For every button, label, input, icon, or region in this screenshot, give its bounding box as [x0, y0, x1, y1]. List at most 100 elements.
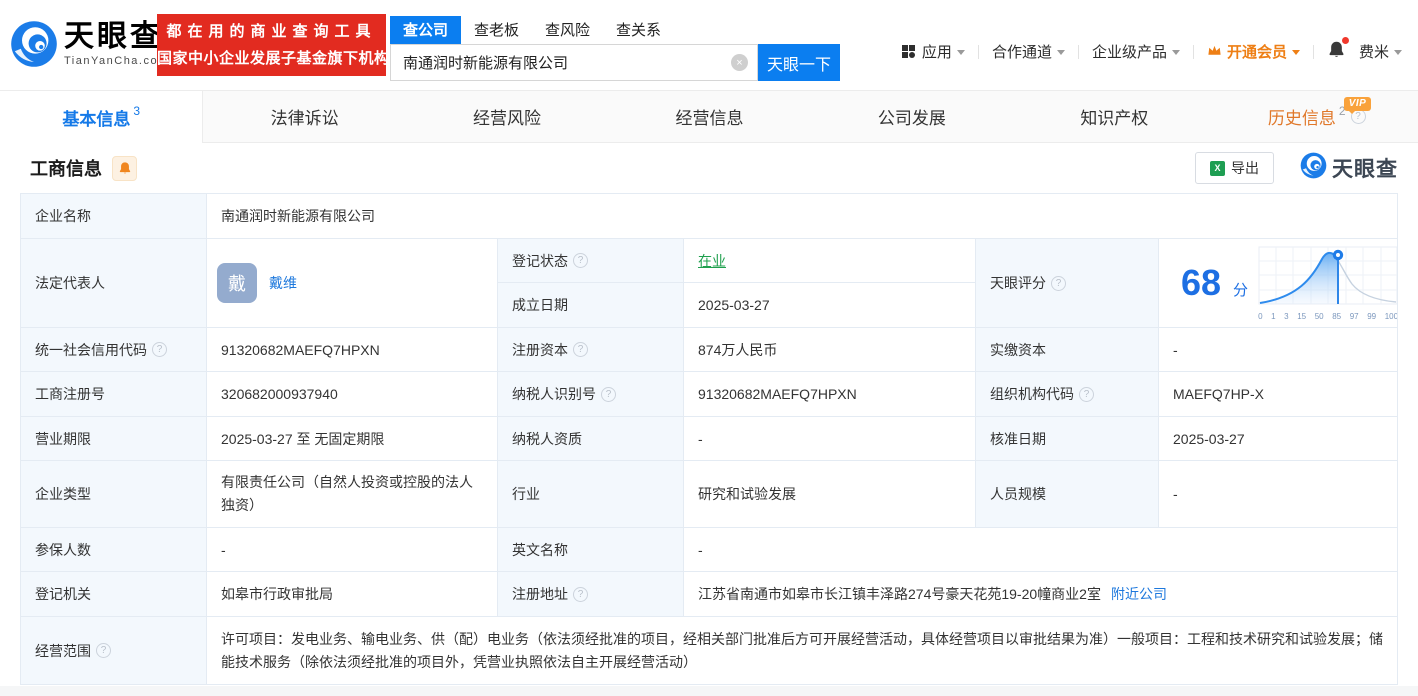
slogan-banner: 都在用的商业查询工具 国家中小企业发展子基金旗下机构 [157, 14, 390, 76]
tianyancha-company-page: 天眼查 TianYanCha.com 都在用的商业查询工具 国家中小企业发展子基… [0, 0, 1418, 696]
field-value-reg-address: 江苏省南通市如皋市长江镇丰泽路274号豪天花苑19-20幢商业2室 附近公司 [684, 572, 1398, 617]
search-button[interactable]: 天眼一下 [758, 44, 840, 81]
brand-domain: TianYanCha.com [64, 54, 169, 67]
nav-apps-label: 应用 [921, 44, 952, 61]
chevron-down-icon [956, 50, 965, 55]
field-value-reg-status: 在业 [684, 239, 976, 283]
eye-swirl-icon [10, 20, 58, 68]
field-label-taxpayer-id: 纳税人识别号 ? [498, 372, 684, 417]
nav-enterprise-label: 企业级产品 [1091, 44, 1167, 61]
nav-divider [1077, 44, 1079, 59]
search-input[interactable] [390, 44, 758, 81]
nearby-companies-link[interactable]: 附近公司 [1111, 584, 1167, 604]
score-number: 68 [1181, 262, 1222, 303]
tianyancha-logo[interactable]: 天眼查 TianYanCha.com [10, 20, 169, 68]
legal-rep-avatar[interactable]: 戴 [217, 263, 257, 303]
search-tab-boss[interactable]: 查老板 [461, 16, 532, 44]
field-value-legal-rep: 戴 戴维 [207, 239, 498, 328]
tab-label: 经营风险 [473, 109, 542, 128]
section-header: 工商信息 X 导出 天眼查 [0, 143, 1418, 193]
field-label-reg-capital: 注册资本 ? [498, 328, 684, 372]
tab-history-info[interactable]: VIP 历史信息 2 ? [1215, 91, 1418, 143]
help-icon[interactable]: ? [96, 643, 111, 658]
subscribe-bell-icon[interactable] [112, 155, 137, 181]
nav-user-label: 费米 [1358, 44, 1389, 61]
field-value-approval-date: 2025-03-27 [1159, 417, 1398, 461]
help-icon[interactable]: ? [1051, 275, 1066, 291]
field-label-reg-number: 工商注册号 [21, 372, 207, 417]
field-value-company-type: 有限责任公司（自然人投资或控股的法人独资） [207, 461, 498, 528]
field-label-business-term: 营业期限 [21, 417, 207, 461]
tab-intellectual-property[interactable]: 知识产权 [1013, 91, 1216, 143]
tab-operation-info[interactable]: 经营信息 [608, 91, 811, 143]
company-tab-bar: 基本信息 3 法律诉讼 经营风险 经营信息 公司发展 知识产权 VIP 历史信息… [0, 90, 1418, 143]
field-label-reg-address: 注册地址 ? [498, 572, 684, 617]
nav-vip-upgrade[interactable]: 开通会员 [1207, 41, 1300, 62]
field-value-org-code: MAEFQ7HP-X [1159, 372, 1398, 417]
field-value-credit-code: 91320682MAEFQ7HPXN [207, 328, 498, 372]
nav-apps[interactable]: 应用 [902, 41, 965, 62]
search-tab-risk[interactable]: 查风险 [532, 16, 603, 44]
watermark-text: 天眼查 [1332, 158, 1398, 181]
field-value-industry: 研究和试验发展 [684, 461, 976, 528]
tab-basic-info[interactable]: 基本信息 3 [0, 91, 204, 143]
tab-label: 基本信息 [62, 109, 131, 129]
tab-label: 公司发展 [877, 109, 946, 128]
help-icon[interactable]: ? [1079, 386, 1094, 402]
nav-partner[interactable]: 合作通道 [992, 41, 1065, 62]
export-button[interactable]: X 导出 [1195, 152, 1274, 184]
field-value-business-term: 2025-03-27 至 无固定期限 [207, 417, 498, 461]
nav-user[interactable]: 费米 [1359, 41, 1402, 62]
site-header: 天眼查 TianYanCha.com 都在用的商业查询工具 国家中小企业发展子基… [0, 0, 1418, 90]
apps-grid-icon [902, 44, 917, 59]
help-icon[interactable]: ? [573, 253, 588, 268]
notification-bell-icon[interactable] [1327, 37, 1349, 63]
field-value-paid-capital: - [1159, 328, 1398, 372]
tab-label: 经营信息 [675, 109, 744, 128]
field-label-insured-count: 参保人数 [21, 528, 207, 572]
chevron-down-icon [1291, 50, 1300, 55]
field-label-business-scope: 经营范围 ? [21, 617, 207, 685]
search-tab-company[interactable]: 查公司 [390, 16, 462, 44]
field-label-paid-capital: 实缴资本 [976, 328, 1159, 372]
help-icon[interactable]: ? [152, 342, 167, 357]
business-info-table: 企业名称 南通润时新能源有限公司 法定代表人 戴 戴维 登记状态 ? 在业 成立… [20, 193, 1398, 685]
nav-divider [1312, 44, 1314, 59]
tab-company-development[interactable]: 公司发展 [810, 91, 1014, 143]
field-value-reg-capital: 874万人民币 [684, 328, 976, 372]
help-icon[interactable]: ? [601, 386, 616, 402]
field-value-taxpayer-qualification: - [684, 417, 976, 461]
legal-rep-link[interactable]: 戴维 [269, 273, 297, 293]
search-tab-relation[interactable]: 查关系 [603, 16, 674, 44]
brand-name: 天眼查 [64, 19, 163, 53]
score-distribution-chart: 01 3 15 50 85 97 99 100 [1258, 246, 1397, 321]
crown-icon [1207, 43, 1222, 60]
nav-enterprise[interactable]: 企业级产品 [1092, 41, 1180, 62]
field-label-reg-authority: 登记机关 [21, 572, 207, 617]
help-icon[interactable]: ? [573, 342, 588, 357]
search-tabs: 查公司 查老板 查风险 查关系 [390, 16, 840, 44]
tab-legal-proceedings[interactable]: 法律诉讼 [203, 91, 406, 143]
field-label-company-type: 企业类型 [21, 461, 207, 528]
clear-icon[interactable]: × [731, 54, 748, 71]
export-label: 导出 [1231, 160, 1259, 176]
field-value-reg-number: 320682000937940 [207, 372, 498, 417]
tab-operation-risk[interactable]: 经营风险 [405, 91, 609, 143]
vip-badge: VIP [1343, 97, 1372, 114]
field-value-staff-size: - [1159, 461, 1398, 528]
bottom-strip [0, 686, 1418, 696]
field-label-english-name: 英文名称 [498, 528, 684, 572]
nav-divider [977, 44, 979, 59]
search-area: 查公司 查老板 查风险 查关系 × 天眼一下 [390, 16, 840, 81]
field-value-english-name: - [684, 528, 1398, 572]
field-label-est-date: 成立日期 [498, 283, 684, 328]
reg-status-link[interactable]: 在业 [698, 251, 726, 271]
help-icon[interactable]: ? [573, 586, 588, 602]
field-value-est-date: 2025-03-27 [684, 283, 976, 328]
section-title: 工商信息 [30, 159, 102, 179]
header-nav: 应用 合作通道 企业级产品 开通会员 费米 [902, 37, 1402, 63]
slogan-line2: 国家中小企业发展子基金旗下机构 [157, 50, 390, 67]
field-value-taxpayer-id: 91320682MAEFQ7HPXN [684, 372, 976, 417]
tab-count: 3 [133, 104, 141, 118]
nav-divider [1192, 44, 1194, 59]
